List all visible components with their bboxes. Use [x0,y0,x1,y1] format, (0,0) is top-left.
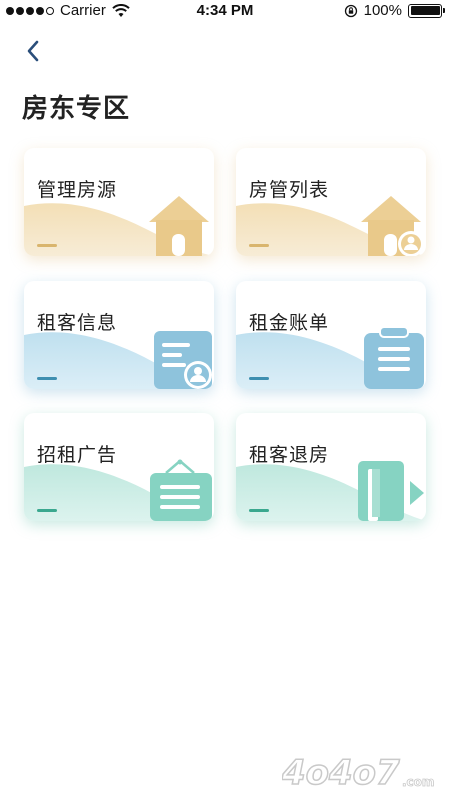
clipboard-icon [364,326,424,389]
carrier-label: Carrier [60,2,106,19]
house-icon [149,196,209,256]
back-button[interactable] [18,36,48,66]
card-property-list[interactable]: 房管列表 [236,148,426,256]
wifi-icon [112,3,130,17]
card-accent-bar [249,509,269,512]
contact-card-icon [154,331,212,389]
card-rent-bills[interactable]: 租金账单 [236,281,426,389]
card-label: 租客退房 [249,445,330,466]
status-right: 100% [344,2,445,19]
sign-board-icon [150,459,212,521]
watermark-suffix: .com [402,775,434,789]
house-person-icon [361,196,424,256]
card-label: 租金账单 [249,313,330,334]
chevron-left-icon [27,40,39,62]
card-label: 管理房源 [37,180,118,201]
card-accent-bar [37,377,57,380]
card-rental-ads[interactable]: 招租广告 [24,413,214,521]
status-bar: Carrier 4:34 PM 100% [0,0,450,24]
battery-icon [408,3,445,18]
watermark-logo: 4o4o7 .com [282,752,435,792]
orientation-lock-icon [344,4,357,17]
card-tenant-info[interactable]: 租客信息 [24,281,214,389]
status-left: Carrier [6,2,130,19]
battery-percent: 100% [363,2,402,19]
card-tenant-checkout[interactable]: 租客退房 [236,413,426,521]
watermark-text: 4o4o7 [282,753,400,792]
card-label: 房管列表 [249,180,330,201]
page-title: 房东专区 [22,93,131,123]
card-accent-bar [37,509,57,512]
card-manage-listings[interactable]: 管理房源 [24,148,214,256]
card-accent-bar [249,244,269,247]
signal-icon [6,6,54,15]
card-accent-bar [37,244,57,247]
card-accent-bar [249,377,269,380]
card-label: 招租广告 [37,445,118,466]
door-exit-icon [358,461,424,521]
card-label: 租客信息 [37,313,118,334]
